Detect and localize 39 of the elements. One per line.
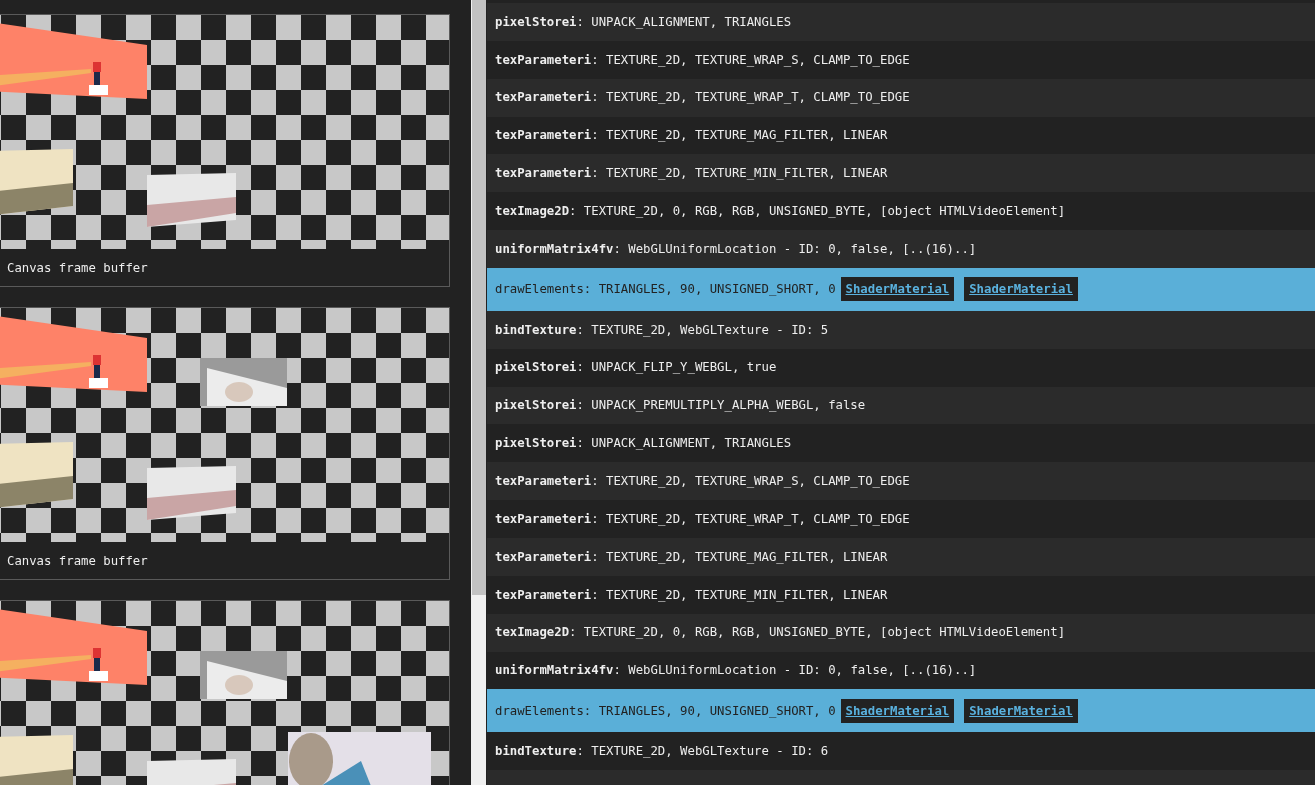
call-text: drawElements: TRIANGLES, 90, UNSIGNED_SHORT, 0 — [495, 702, 836, 720]
call-text: pixelStorei: UNPACK_ALIGNMENT, TRIANGLES — [495, 13, 792, 31]
frame-caption: Canvas frame buffer — [7, 261, 148, 275]
material-link[interactable]: ShaderMaterial — [840, 277, 955, 302]
call-text: pixelStorei: UNPACK_FLIP_Y_WEBGL, true — [495, 359, 777, 377]
call-text: texParameteri: TEXTURE_2D, TEXTURE_WRAP_S, CLAMP_TO_EDGE — [495, 51, 910, 69]
scrollbar[interactable] — [471, 0, 486, 785]
call-text: texParameteri: TEXTURE_2D, TEXTURE_WRAP_S, CLAMP_TO_EDGE — [495, 473, 910, 490]
frame-caption: Canvas frame buffer — [7, 554, 148, 568]
call-row[interactable]: texParameteri: TEXTURE_2D, TEXTURE_MAG_FILTER, LINEAR — [487, 538, 1315, 576]
call-text: bindTexture: TEXTURE_2D, WebGLTexture - ID: 5 — [495, 321, 829, 339]
call-row[interactable]: drawElements: TRIANGLES, 90, UNSIGNED_SHORT, 0 ShaderMaterial ShaderMaterial — [487, 689, 1315, 733]
call-text: texParameteri: TEXTURE_2D, TEXTURE_WRAP_T, CLAMP_TO_EDGE — [495, 510, 910, 528]
call-text: texParameteri: TEXTURE_2D, TEXTURE_MAG_FILTER, LINEAR — [495, 127, 888, 145]
call-text: uniformMatrix4fv: WebGLUniformLocation - ID: 0, false, [..(16)..] — [495, 240, 977, 258]
call-row[interactable]: texImage2D: TEXTURE_2D, 0, RGB, RGB, UNSIGNED_BYTE, [object HTMLVideoElement] — [487, 613, 1315, 652]
call-text: texParameteri: TEXTURE_2D, TEXTURE_MIN_FILTER, LINEAR — [495, 165, 888, 183]
call-text: uniformMatrix4fv: WebGLUniformLocation - ID: 0, false, [..(16)..] — [495, 662, 977, 680]
call-row[interactable]: pixelStorei: UNPACK_PREMULTIPLY_ALPHA_WEBGL, false — [487, 386, 1315, 425]
scrollbar-thumb[interactable] — [472, 0, 486, 595]
call-text: pixelStorei: UNPACK_ALIGNMENT, TRIANGLES — [495, 435, 792, 453]
material-link[interactable]: ShaderMaterial — [840, 698, 955, 723]
call-text: texParameteri: TEXTURE_2D, TEXTURE_MAG_FILTER, LINEAR — [495, 548, 888, 566]
call-row[interactable]: texParameteri: TEXTURE_2D, TEXTURE_WRAP_S, CLAMP_TO_EDGE — [487, 462, 1315, 501]
call-row[interactable]: texParameteri: TEXTURE_2D, TEXTURE_WRAP_T, CLAMP_TO_EDGE — [487, 78, 1315, 117]
call-row[interactable]: uniformMatrix4fv: WebGLUniformLocation - ID: 0, false, [..(16)..] — [487, 230, 1315, 268]
call-text: texParameteri: TEXTURE_2D, TEXTURE_WRAP_T, CLAMP_TO_EDGE — [495, 89, 910, 107]
call-row[interactable]: drawElements: TRIANGLES, 90, UNSIGNED_SHORT, 0 ShaderMaterial ShaderMaterial — [487, 268, 1315, 311]
call-text: drawElements: TRIANGLES, 90, UNSIGNED_SHORT, 0 — [495, 281, 836, 299]
call-text: texImage2D: TEXTURE_2D, 0, RGB, RGB, UNSIGNED_BYTE, [object HTMLVideoElement] — [495, 203, 1066, 220]
call-text: pixelStorei: UNPACK_PREMULTIPLY_ALPHA_WEBGL, false — [495, 397, 866, 415]
call-text: bindTexture: TEXTURE_2D, WebGLTexture - ID: 6 — [495, 742, 829, 760]
call-row[interactable]: pixelStorei: UNPACK_ALIGNMENT, TRIANGLES — [487, 3, 1315, 41]
call-row[interactable]: bindTexture: TEXTURE_2D, WebGLTexture - ID: 5 — [487, 310, 1315, 349]
call-text: texImage2D: TEXTURE_2D, 0, RGB, RGB, UNSIGNED_BYTE, [object HTMLVideoElement] — [495, 624, 1066, 642]
call-row[interactable]: texParameteri: TEXTURE_2D, TEXTURE_MIN_FILTER, LINEAR — [487, 154, 1315, 193]
material-link[interactable]: ShaderMaterial — [964, 277, 1078, 302]
call-text: texParameteri: TEXTURE_2D, TEXTURE_MIN_FILTER, LINEAR — [495, 586, 888, 604]
material-link[interactable]: ShaderMaterial — [964, 698, 1078, 723]
